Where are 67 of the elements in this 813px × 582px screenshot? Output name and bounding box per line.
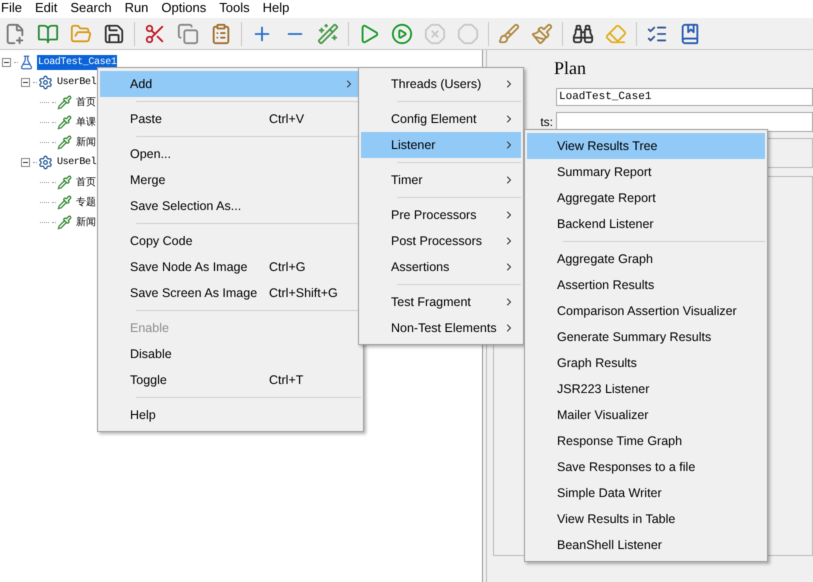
name-field[interactable]: LoadTest_Case1 [556, 88, 813, 106]
menu-item[interactable]: Paste Ctrl+V [100, 106, 361, 132]
menu-item[interactable]: Comparison Assertion Visualizer [527, 298, 765, 324]
menu-item[interactable]: Copy Code [100, 228, 361, 254]
collapse-toggle-icon[interactable] [21, 78, 30, 86]
menu-item[interactable]: Generate Summary Results [527, 324, 765, 350]
menu-item[interactable]: Open... [100, 141, 361, 167]
menu-item[interactable]: Disable [100, 341, 361, 367]
menu-item[interactable]: Save Responses to a file [527, 454, 765, 480]
pipette-icon [57, 174, 72, 190]
menu-item[interactable]: Non-Test Elements [361, 315, 521, 341]
menu-item[interactable]: Save Node As Image Ctrl+G [100, 254, 361, 280]
pipette-icon [57, 214, 72, 230]
pipette-icon [57, 114, 72, 130]
menu-item[interactable]: Listener [361, 132, 521, 158]
menu-item[interactable]: Backend Listener [527, 211, 765, 237]
flask-icon [19, 54, 34, 70]
pipette-icon [57, 194, 72, 210]
menu-bar-item[interactable]: Help [262, 0, 290, 14]
menu-item[interactable]: Assertions [361, 254, 521, 280]
menu-bar-item[interactable]: File [1, 0, 22, 14]
menu-bar-item[interactable]: Edit [34, 0, 58, 14]
menu-item[interactable]: Aggregate Graph [527, 246, 765, 272]
menu-item[interactable]: JSR223 Listener [527, 376, 765, 402]
panel-title: Plan [554, 57, 586, 80]
menu-item[interactable]: Post Processors [361, 228, 521, 254]
menu-bar-item[interactable]: Run [124, 0, 148, 14]
menu-bar-item[interactable]: Options [161, 0, 206, 14]
menu-item[interactable]: Add [100, 71, 361, 97]
gear-icon [38, 154, 53, 170]
menu-item[interactable]: Help [100, 402, 361, 428]
menu-item[interactable]: Response Time Graph [527, 428, 765, 454]
tree-item[interactable]: UserBel [56, 74, 98, 90]
menu-item[interactable]: Threads (Users) [361, 71, 521, 97]
tree-item[interactable]: LoadTest_Case1 [37, 54, 118, 70]
gear-icon [38, 74, 53, 90]
menu-item[interactable]: Test Fragment [361, 289, 521, 315]
pipette-icon [57, 94, 72, 110]
menu-item[interactable]: Mailer Visualizer [527, 402, 765, 428]
menu-bar-item[interactable]: Tools [219, 0, 250, 14]
comments-label: ts: [540, 114, 553, 131]
menu-item[interactable]: BeanShell Listener [527, 532, 765, 558]
menu-item[interactable]: Pre Processors [361, 202, 521, 228]
menu-item[interactable]: Assertion Results [527, 272, 765, 298]
menu-item[interactable]: Aggregate Report [527, 185, 765, 211]
menu-item[interactable]: Timer [361, 167, 521, 193]
tree-item[interactable]: 专题 [75, 194, 97, 210]
menu-item[interactable]: View Results in Table [527, 506, 765, 532]
tree-item[interactable]: 首页 [75, 174, 97, 190]
menu-item[interactable]: Toggle Ctrl+T [100, 367, 361, 393]
menu-item[interactable]: View Results Tree [527, 133, 765, 159]
menu-item[interactable]: Summary Report [527, 159, 765, 185]
menu-item[interactable]: Save Screen As Image Ctrl+Shift+G [100, 280, 361, 306]
menu-item[interactable]: Config Element [361, 106, 521, 132]
menu-item[interactable]: Save Selection As... [100, 193, 361, 219]
menu-bar-item[interactable]: Search [70, 0, 112, 14]
collapse-toggle-icon[interactable] [2, 58, 11, 66]
tree-item[interactable]: UserBel [56, 154, 98, 170]
tree-item[interactable]: 首页 [75, 94, 97, 110]
menu-item[interactable]: Simple Data Writer [527, 480, 765, 506]
menu-item[interactable]: Graph Results [527, 350, 765, 376]
tree-item[interactable]: 新闻 [75, 214, 97, 230]
tree-item[interactable]: 单课 [75, 114, 97, 130]
tree-item[interactable]: 新闻 [75, 134, 97, 150]
menu-item[interactable]: Merge [100, 167, 361, 193]
collapse-toggle-icon[interactable] [21, 158, 30, 166]
pipette-icon [57, 134, 72, 150]
